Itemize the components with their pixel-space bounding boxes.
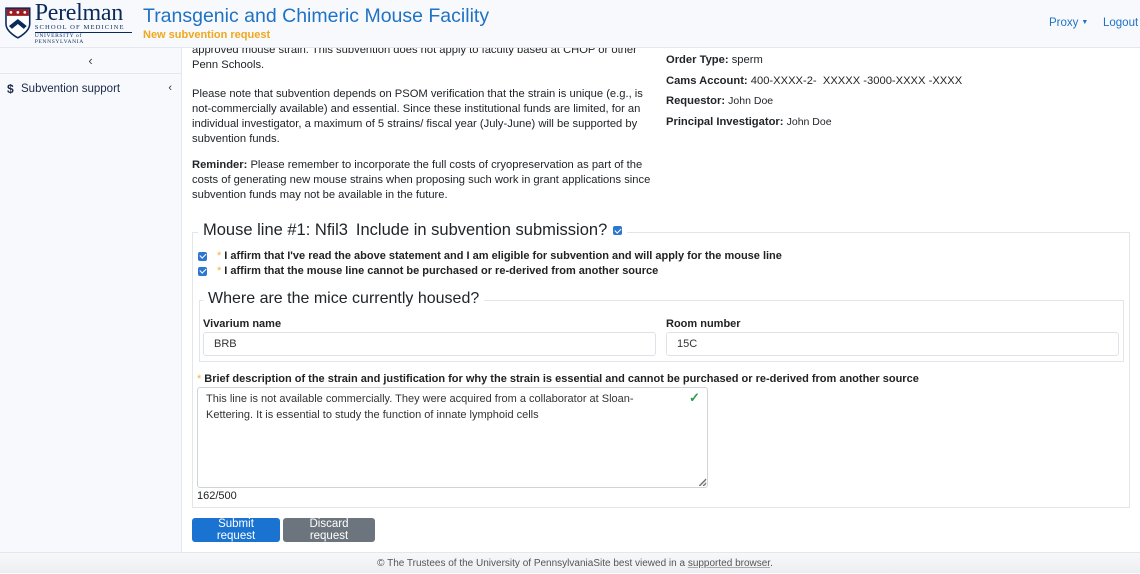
dollar-icon: $ — [7, 82, 14, 96]
requestor-row: Requestor: John Doe — [666, 95, 962, 116]
sidebar-item-label: Subvention support — [21, 83, 121, 95]
top-header: Perelman SCHOOL OF MEDICINE UNIVERSITY o… — [0, 0, 1140, 48]
required-asterisk: * — [197, 373, 202, 385]
caret-down-icon: ▼ — [1081, 19, 1089, 26]
mouse-line-legend: Mouse line #1: Nfil3 Include in subventi… — [198, 221, 628, 240]
perelman-logo[interactable]: Perelman SCHOOL OF MEDICINE UNIVERSITY o… — [4, 1, 132, 45]
logo-name: Perelman — [34, 0, 124, 26]
order-type-label: Order Type: — [666, 54, 729, 66]
required-asterisk: * — [217, 250, 222, 262]
order-type-row: Order Type: sperm — [666, 54, 962, 75]
pi-row: Principal Investigator: John Doe — [666, 116, 962, 137]
footer-note: Site best viewed in a — [593, 558, 688, 569]
chevron-left-icon: ‹ — [168, 82, 172, 94]
app-title[interactable]: Transgenic and Chimeric Mouse Facility — [143, 5, 489, 28]
chevron-left-icon: ‹ — [88, 53, 93, 68]
vivarium-label: Vivarium name — [203, 318, 282, 330]
sidebar-collapse-button[interactable]: ‹ — [0, 48, 181, 74]
logo-school: SCHOOL OF MEDICINE — [34, 24, 132, 34]
character-counter: 162/500 — [197, 490, 237, 502]
proxy-dropdown[interactable]: Proxy ▼ — [1049, 17, 1088, 29]
footer-end: . — [770, 558, 773, 569]
footer-copyright: © The Trustees of the University of Penn… — [377, 558, 594, 569]
discard-request-button[interactable]: Discard request — [283, 518, 375, 542]
reminder-paragraph: Reminder: Please remember to incorporate… — [192, 158, 658, 204]
include-label: Include in subvention submission? — [355, 221, 608, 239]
reminder-text: Please remember to incorporate the full … — [192, 158, 651, 202]
logo-university: UNIVERSITY of PENNSYLVANIA — [34, 33, 84, 45]
affirm-not-purchasable-checkbox[interactable] — [198, 266, 207, 276]
cams-account-row: Cams Account: 400-XXXX-2- XXXXX -3000-XX… — [666, 75, 962, 96]
affirm-eligible-label[interactable]: I affirm that I've read the above statem… — [224, 250, 782, 262]
description-label: * Brief description of the strain and jus… — [197, 373, 919, 385]
description-label-text: Brief description of the strain and just… — [204, 373, 919, 385]
footer: © The Trustees of the University of Penn… — [0, 552, 1140, 573]
penn-shield-icon — [5, 7, 31, 39]
proxy-label: Proxy — [1049, 17, 1079, 29]
cams-account-value: 400-XXXX-2- XXXXX -3000-XXXX -XXXX — [750, 74, 963, 87]
reminder-label: Reminder: — [192, 158, 248, 171]
housing-legend: Where are the mice currently housed? — [203, 290, 485, 308]
cams-account-label: Cams Account: — [666, 74, 748, 87]
required-asterisk: * — [217, 265, 222, 277]
intro-paragraph-2: Please note that subvention depends on P… — [192, 87, 643, 146]
vivarium-input[interactable] — [203, 332, 656, 356]
affirm-eligible-row: * I affirm that I've read the above stat… — [198, 250, 782, 262]
affirm-not-purchasable-label[interactable]: I affirm that the mouse line cannot be p… — [224, 265, 658, 277]
requestor-label: Requestor: — [666, 95, 726, 107]
room-number-input[interactable] — [666, 332, 1119, 356]
order-info: Order Type: sperm Cams Account: 400-XXXX… — [666, 54, 962, 136]
mouse-line-title: Mouse line #1: Nfil3 — [203, 221, 348, 239]
intro-text: approved mouse strain. This subvention d… — [192, 40, 1132, 204]
supported-browser-link[interactable]: supported browser — [688, 558, 770, 569]
logout-link[interactable]: Logout — [1103, 17, 1138, 29]
sidebar-item-subvention-support[interactable]: $ Subvention support ‹ — [0, 74, 181, 104]
sidebar: ‹ $ Subvention support ‹ — [0, 48, 182, 552]
pi-value: John Doe — [786, 115, 832, 128]
page-subtitle: New subvention request — [143, 29, 271, 41]
pi-label: Principal Investigator: — [666, 115, 784, 128]
affirm-eligible-checkbox[interactable] — [198, 251, 207, 261]
affirm-not-purchasable-row: * I affirm that the mouse line cannot be… — [198, 265, 658, 277]
submit-request-button[interactable]: Submit request — [192, 518, 280, 542]
include-checkbox[interactable] — [613, 226, 623, 235]
description-textarea[interactable]: This line is not available commercially.… — [197, 387, 708, 488]
room-number-label: Room number — [666, 318, 741, 330]
requestor-value: John Doe — [728, 95, 774, 107]
order-type-value: sperm — [731, 54, 763, 66]
check-icon: ✓ — [689, 390, 700, 405]
